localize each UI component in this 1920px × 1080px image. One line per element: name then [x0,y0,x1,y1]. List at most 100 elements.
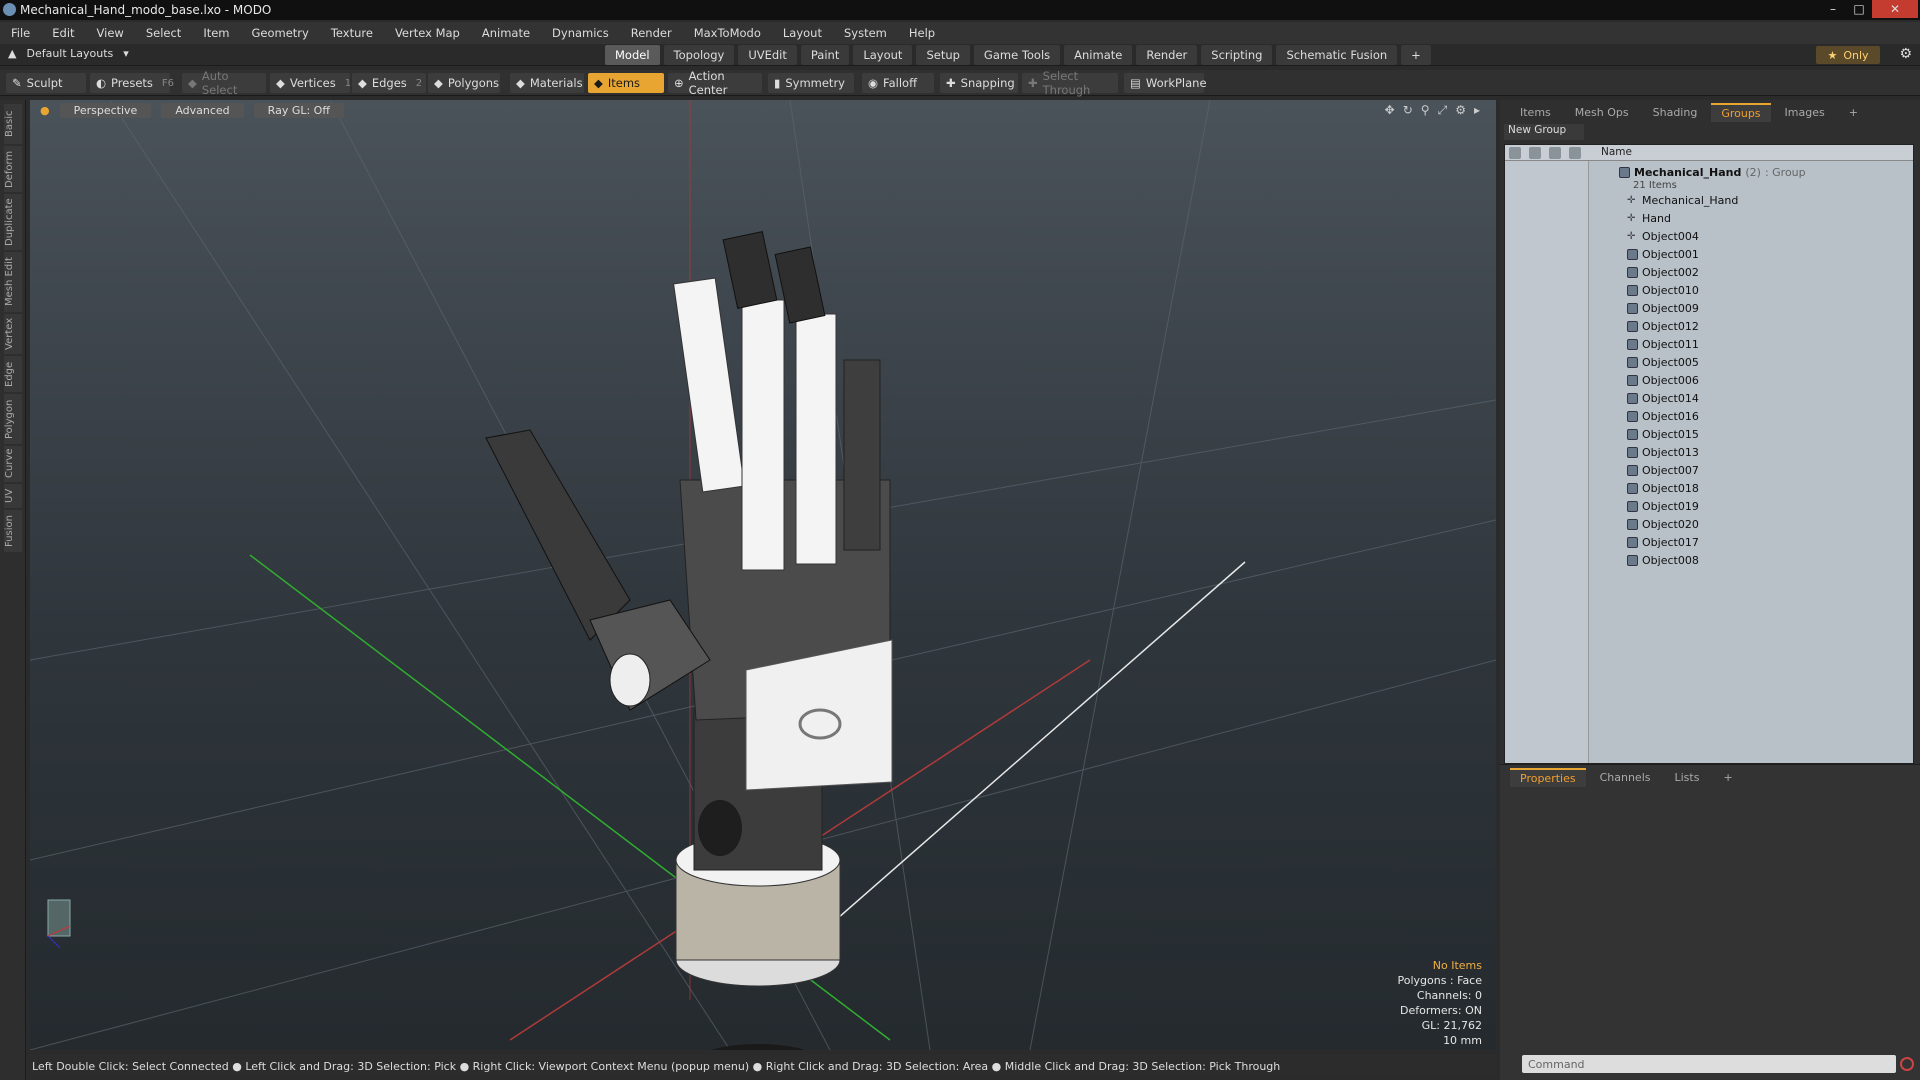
menu-edit[interactable]: Edit [41,26,85,40]
move-view-icon[interactable]: ✥ [1385,103,1395,118]
list-item[interactable]: Object008 [1627,551,1699,569]
tab-edge[interactable]: Edge [4,356,22,392]
3d-viewport[interactable]: ● Perspective Advanced Ray GL: Off ✥ ↻ ⚲… [30,100,1496,1050]
list-item[interactable]: ✛ Hand [1627,209,1671,227]
tab-basic[interactable]: Basic [4,104,22,144]
fit-view-icon[interactable]: ⤢ [1438,103,1448,118]
new-group-button[interactable]: New Group [1504,124,1584,140]
menu-help[interactable]: Help [898,26,946,40]
minimize-icon[interactable]: – [1820,0,1846,18]
list-item[interactable]: Object017 [1627,533,1699,551]
lock-column-icon[interactable] [1549,147,1561,159]
tab-polygon[interactable]: Polygon [4,394,22,444]
tab-uvedit[interactable]: UVEdit [738,45,797,65]
sculpt-button[interactable]: ✎ Sculpt [6,73,86,93]
list-item[interactable]: Object002 [1627,263,1699,281]
list-item[interactable]: ✛ Mechanical_Hand [1627,191,1738,209]
viewport-menu-icon[interactable]: ● [40,104,50,117]
layouts-dropdown[interactable]: ▲ Default Layouts ▾ [8,47,129,60]
tab-groups[interactable]: Groups [1711,102,1771,122]
presets-button[interactable]: ◐ Presets F6 [90,73,174,93]
menu-render[interactable]: Render [620,26,683,40]
falloff-button[interactable]: ◉ Falloff [862,73,934,93]
menu-dynamics[interactable]: Dynamics [541,26,620,40]
list-item[interactable]: Object013 [1627,443,1699,461]
list-item[interactable]: Object014 [1627,389,1699,407]
list-item[interactable]: Object012 [1627,317,1699,335]
tab-game-tools[interactable]: Game Tools [973,45,1061,65]
gear-icon[interactable]: ⚙ [1899,46,1912,62]
tab-mesh-ops[interactable]: Mesh Ops [1565,104,1639,121]
tab-scripting[interactable]: Scripting [1201,45,1273,65]
tab-fusion[interactable]: Fusion [4,510,22,552]
tab-properties[interactable]: Properties [1510,767,1586,787]
tab-paint[interactable]: Paint [800,45,850,65]
add-panel-tab-icon[interactable]: + [1839,104,1868,121]
list-item[interactable]: Object006 [1627,371,1699,389]
list-item[interactable]: ✛ Object004 [1627,227,1699,245]
close-icon[interactable]: ✕ [1872,0,1918,18]
vertices-button[interactable]: ◆ Vertices 1 [270,73,351,93]
tab-duplicate[interactable]: Duplicate [4,194,22,250]
list-item[interactable]: Object015 [1627,425,1699,443]
tab-layout[interactable]: Layout [853,45,913,65]
maximize-icon[interactable]: □ [1846,0,1872,18]
tab-lists[interactable]: Lists [1665,769,1710,786]
menu-view[interactable]: View [86,26,135,40]
list-item[interactable]: Object010 [1627,281,1699,299]
tab-render[interactable]: Render [1136,45,1198,65]
advanced-button[interactable]: Advanced [161,102,244,118]
menu-layout[interactable]: Layout [772,26,833,40]
only-button[interactable]: ★ Only [1816,46,1880,64]
list-item[interactable]: Object005 [1627,353,1699,371]
tab-images[interactable]: Images [1775,104,1835,121]
tab-topology[interactable]: Topology [663,45,735,65]
tab-animate[interactable]: Animate [1064,45,1133,65]
tab-uv[interactable]: UV [4,484,22,508]
add-properties-tab-icon[interactable]: + [1713,769,1742,786]
list-item[interactable]: Object009 [1627,299,1699,317]
tab-setup[interactable]: Setup [916,45,970,65]
zoom-view-icon[interactable]: ⚲ [1421,103,1430,118]
list-item[interactable]: Object020 [1627,515,1699,533]
tab-schematic-fusion[interactable]: Schematic Fusion [1276,45,1398,65]
tab-channels[interactable]: Channels [1590,769,1661,786]
tab-items[interactable]: Items [1510,104,1561,121]
render-column-icon[interactable] [1529,147,1541,159]
viewport-expand-icon[interactable]: ▸ [1474,103,1480,118]
action-center-button[interactable]: ⊕ Action Center [668,69,762,97]
tab-shading[interactable]: Shading [1643,104,1708,121]
workplane-button[interactable]: ▤ WorkPlane [1124,73,1207,93]
command-history-icon[interactable] [1900,1057,1914,1071]
menu-file[interactable]: File [0,26,41,40]
list-item[interactable]: Object001 [1627,245,1699,263]
menu-geometry[interactable]: Geometry [241,26,320,40]
menu-select[interactable]: Select [135,26,192,40]
items-button[interactable]: ◆ Items [588,73,664,93]
perspective-button[interactable]: Perspective [59,102,152,118]
list-item[interactable]: Object016 [1627,407,1699,425]
menu-maxtomodo[interactable]: MaxToModo [683,26,772,40]
symmetry-button[interactable]: ▮ Symmetry [768,73,854,93]
tab-model[interactable]: Model [605,45,660,65]
menu-texture[interactable]: Texture [320,26,384,40]
select-column-icon[interactable] [1569,147,1581,159]
list-item[interactable]: Object018 [1627,479,1699,497]
tab-deform[interactable]: Deform [4,146,22,192]
list-item[interactable]: Object019 [1627,497,1699,515]
visibility-column-icon[interactable] [1509,147,1521,159]
ray-gl-button[interactable]: Ray GL: Off [253,102,344,118]
tab-curve[interactable]: Curve [4,446,22,482]
tab-mesh-edit[interactable]: Mesh Edit [4,252,22,312]
add-tab-icon[interactable]: + [1401,45,1431,65]
materials-button[interactable]: ◆ Materials [510,73,584,93]
select-through-button[interactable]: ✚ Select Through [1022,69,1118,97]
viewport-settings-icon[interactable]: ⚙ [1455,103,1466,118]
list-item[interactable]: Object011 [1627,335,1699,353]
menu-item[interactable]: Item [192,26,240,40]
menu-system[interactable]: System [833,26,898,40]
command-input[interactable]: Command [1522,1055,1896,1073]
rotate-view-icon[interactable]: ↻ [1403,103,1413,118]
list-item[interactable]: Object007 [1627,461,1699,479]
menu-vertex-map[interactable]: Vertex Map [384,26,471,40]
